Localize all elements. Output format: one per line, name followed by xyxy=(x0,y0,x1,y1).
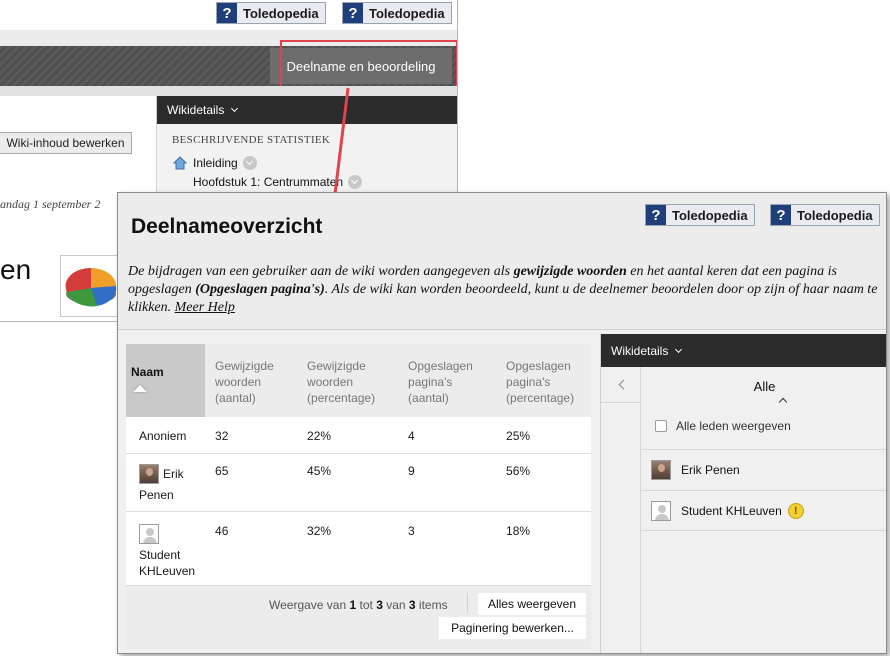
page-date: andag 1 september 2 xyxy=(0,197,101,211)
overview-header: ? Toledopedia ? Toledopedia Deelnameover… xyxy=(118,193,886,330)
member-name: Student KHLeuven xyxy=(681,503,782,518)
participant-name: Anoniem xyxy=(139,429,187,443)
sidebar-link-label: Inleiding xyxy=(193,156,238,170)
chevron-circle-icon[interactable] xyxy=(242,156,257,170)
column-header-label: Naam xyxy=(131,365,164,379)
page-description: De bijdragen van een gebruiker aan de wi… xyxy=(128,263,883,317)
sort-ascending-icon xyxy=(133,385,147,392)
edit-paging-button[interactable]: Paginering bewerken... xyxy=(439,617,586,639)
edit-wiki-content-button[interactable]: Wiki-inhoud bewerken xyxy=(0,132,132,154)
chevron-left-icon xyxy=(618,379,628,390)
column-header-pages-percentage[interactable]: Opgeslagen pagina's (percentage) xyxy=(496,344,591,417)
show-all-button[interactable]: Alles weergeven xyxy=(478,593,586,615)
participant-name-link[interactable]: Student KHLeuven xyxy=(139,548,195,578)
cell-pages-percentage: 56% xyxy=(496,453,591,512)
members-filter-title[interactable]: Alle xyxy=(642,379,886,394)
column-header-name[interactable]: Naam xyxy=(126,344,206,417)
cell-name: Erik Penen xyxy=(126,453,206,512)
chevron-down-icon xyxy=(675,345,683,353)
sidebar-link-inleiding[interactable]: Inleiding xyxy=(173,156,257,170)
help-button-label: Toledopedia xyxy=(797,207,873,223)
column-header-words-percentage[interactable]: Gewijzigde woorden (percentage) xyxy=(297,344,399,417)
members-panel: Alle Alle leden weergeven Erik Penen Stu… xyxy=(642,367,886,533)
toolbar-band xyxy=(0,86,457,96)
help-question-icon: ? xyxy=(217,3,237,23)
cell-pages-percentage: 25% xyxy=(496,417,591,454)
description-bold: gewijzigde woorden xyxy=(513,264,627,279)
help-button-toledopedia[interactable]: ? Toledopedia xyxy=(342,2,452,24)
help-question-icon: ? xyxy=(771,205,791,225)
help-question-icon: ? xyxy=(343,3,363,23)
cell-words-count: 32 xyxy=(205,417,298,454)
highlight-box xyxy=(280,40,457,90)
warning-icon: ! xyxy=(787,502,804,519)
cell-pages-percentage: 18% xyxy=(496,511,591,586)
avatar xyxy=(651,500,671,521)
description-text: De bijdragen van een gebruiker aan de wi… xyxy=(128,264,514,279)
pager-to: 3 xyxy=(376,598,383,612)
cell-words-percentage: 32% xyxy=(297,511,399,586)
wiki-details-label: Wikidetails xyxy=(167,103,225,117)
collapse-sidebar-button[interactable] xyxy=(601,367,641,403)
section-title: BESCHRIJVENDE STATISTIEK xyxy=(172,134,331,146)
cell-name: Student KHLeuven xyxy=(126,511,206,586)
column-header-words-count[interactable]: Gewijzigde woorden (aantal) xyxy=(205,344,298,417)
avatar xyxy=(139,523,159,544)
cell-words-percentage: 22% xyxy=(297,417,399,454)
participation-table: Naam Gewijzigde woorden (aantal) Gewijzi… xyxy=(126,344,591,586)
table-row: Student KHLeuven 46 32% 3 18% xyxy=(126,511,591,586)
pager-text: items xyxy=(415,598,448,612)
member-name: Erik Penen xyxy=(681,463,740,477)
page-title: Deelnameoverzicht xyxy=(131,215,323,238)
pager-status: Weergave van 1 tot 3 van 3 items xyxy=(269,598,448,612)
table-row: Erik Penen 65 45% 9 56% xyxy=(126,453,591,512)
pager-text: Weergave van xyxy=(269,598,350,612)
table-header-row: Naam Gewijzigde woorden (aantal) Gewijzi… xyxy=(126,344,591,417)
sidebar-collapse-column xyxy=(601,367,641,653)
help-button-label: Toledopedia xyxy=(243,5,319,21)
help-button-toledopedia[interactable]: ? Toledopedia xyxy=(770,204,880,226)
help-button-toledopedia[interactable]: ? Toledopedia xyxy=(645,204,755,226)
column-header-pages-count[interactable]: Opgeslagen pagina's (aantal) xyxy=(398,344,497,417)
participation-overview-window: ? Toledopedia ? Toledopedia Deelnameover… xyxy=(117,192,887,654)
show-all-members-checkbox[interactable] xyxy=(655,420,667,432)
wiki-details-header[interactable]: Wikidetails xyxy=(601,334,886,367)
wiki-details-label: Wikidetails xyxy=(611,343,669,358)
wiki-details-header[interactable]: Wikidetails xyxy=(157,96,457,124)
cell-words-count: 46 xyxy=(205,511,298,586)
pager-text: tot xyxy=(356,598,377,612)
cell-words-count: 65 xyxy=(205,453,298,512)
show-all-members-label: Alle leden weergeven xyxy=(676,419,791,433)
member-item[interactable]: Erik Penen xyxy=(642,449,886,490)
page-heading-fragment: en xyxy=(0,254,32,285)
description-bold: (Opgeslagen pagina's) xyxy=(195,282,325,297)
help-question-icon: ? xyxy=(646,205,666,225)
member-item[interactable]: Student KHLeuven ! xyxy=(642,490,886,531)
pager-divider xyxy=(467,593,468,613)
help-button-label: Toledopedia xyxy=(369,5,445,21)
cell-words-percentage: 45% xyxy=(297,453,399,512)
pie-chart-icon xyxy=(65,267,117,307)
cell-name: Anoniem xyxy=(126,417,206,454)
cell-pages-count: 3 xyxy=(398,511,497,586)
avatar xyxy=(139,463,159,484)
chevron-down-icon xyxy=(231,104,239,113)
help-button-toledopedia[interactable]: ? Toledopedia xyxy=(216,2,326,24)
table-row: Anoniem 32 22% 4 25% xyxy=(126,417,591,454)
pager-total: 3 xyxy=(408,598,416,612)
pager-text: van xyxy=(382,598,409,612)
help-button-label: Toledopedia xyxy=(672,207,748,223)
avatar xyxy=(651,460,671,480)
pie-chart-image xyxy=(60,255,122,317)
home-icon xyxy=(173,156,187,170)
cell-pages-count: 9 xyxy=(398,453,497,512)
cell-pages-count: 4 xyxy=(398,417,497,454)
wiki-details-sidebar: Wikidetails Alle Alle leden weergeven Er… xyxy=(600,334,886,653)
show-all-members-toggle[interactable]: Alle leden weergeven xyxy=(655,419,791,433)
chevron-up-icon[interactable] xyxy=(778,397,788,407)
more-help-link[interactable]: Meer Help xyxy=(175,300,235,315)
